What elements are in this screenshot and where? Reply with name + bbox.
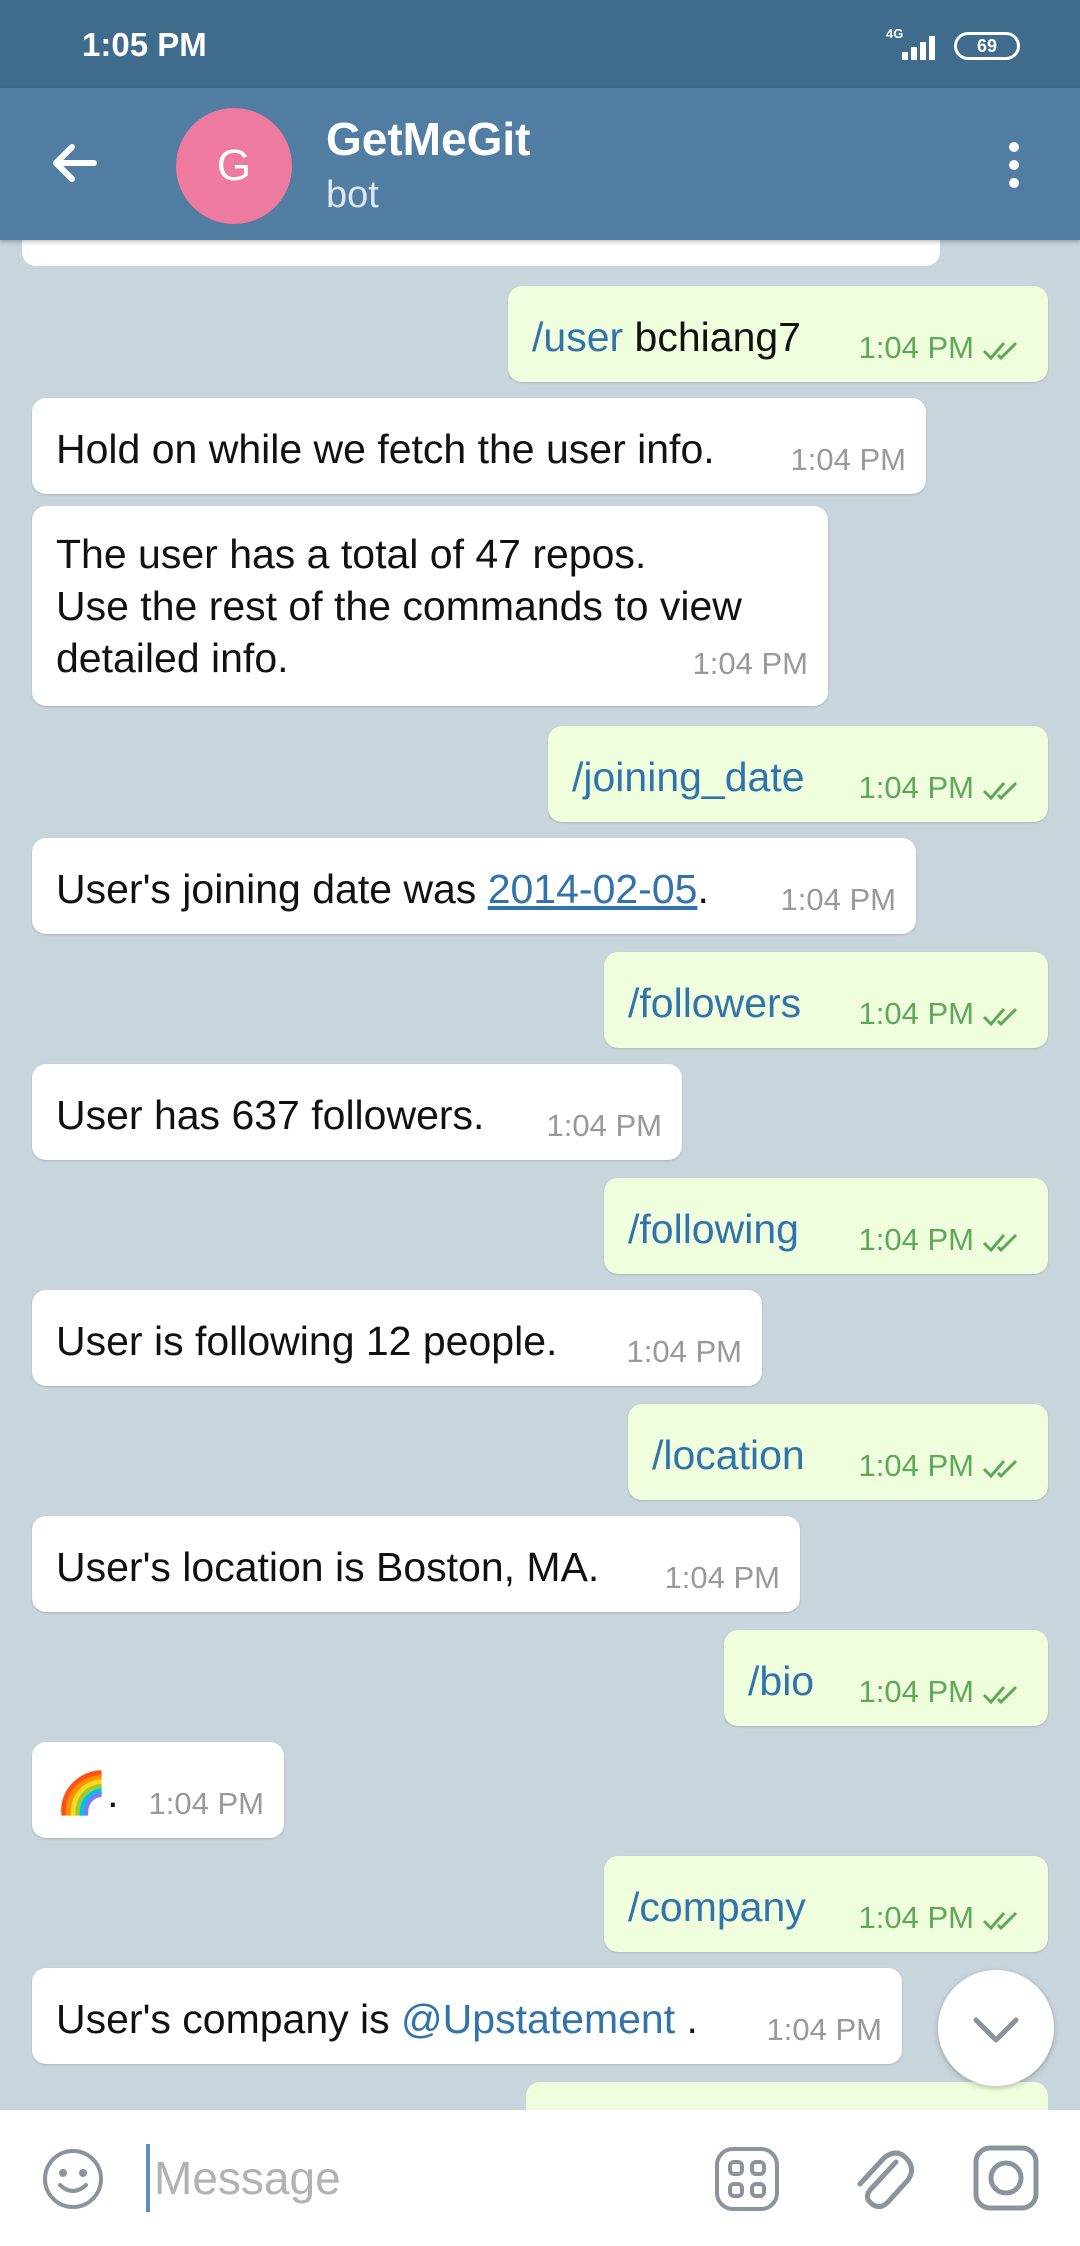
message-time: 1:04 PM <box>546 1108 662 1143</box>
camera-button[interactable] <box>972 2144 1040 2212</box>
message-time: 1:04 PM <box>858 770 974 805</box>
message-time: 1:04 PM <box>858 1222 974 1257</box>
camera-icon <box>973 2145 1039 2211</box>
message-in[interactable]: 🌈. 1:04 PM <box>32 1742 284 1838</box>
message-time: 1:04 PM <box>858 1900 974 1935</box>
message-out-location[interactable]: /location 1:04 PM <box>628 1404 1048 1500</box>
battery-level: 69 <box>976 36 998 56</box>
command-link[interactable]: /location <box>652 1432 805 1479</box>
command-link[interactable]: /user <box>532 314 623 360</box>
network-type: 4G <box>886 26 904 41</box>
chevron-down-icon <box>973 2017 1019 2043</box>
message-time: 1:04 PM <box>664 1560 780 1595</box>
message-bubble-partial <box>22 240 940 266</box>
arrow-left-icon <box>53 144 97 182</box>
double-check-icon <box>982 1459 1018 1479</box>
command-link[interactable]: /company <box>628 1884 806 1931</box>
command-link[interactable]: /bio <box>748 1658 814 1705</box>
more-vertical-icon[interactable] <box>996 138 1032 194</box>
message-out-followers[interactable]: /followers 1:04 PM <box>604 952 1048 1048</box>
message-time: 1:04 PM <box>626 1334 742 1369</box>
message-time: 1:04 PM <box>766 2012 882 2047</box>
double-check-icon <box>982 1685 1018 1705</box>
message-text: User's location is Boston, MA. <box>56 1544 600 1590</box>
paperclip-icon <box>857 2150 914 2210</box>
message-time: 1:04 PM <box>858 996 974 1031</box>
message-in[interactable]: User's joining date was 2014-02-05. 1:04… <box>32 838 916 934</box>
avatar[interactable]: G <box>176 108 292 224</box>
message-in[interactable]: Hold on while we fetch the user info. 1:… <box>32 398 926 494</box>
message-bubble-partial <box>526 2082 1048 2110</box>
message-time: 1:04 PM <box>148 1786 264 1821</box>
message-in[interactable]: User's location is Boston, MA. 1:04 PM <box>32 1516 800 1612</box>
chat-subtitle: bot <box>326 174 379 216</box>
message-out-bio[interactable]: /bio 1:04 PM <box>724 1630 1048 1726</box>
message-time: 1:04 PM <box>692 646 808 681</box>
signal-icon: 4G <box>884 26 944 62</box>
message-out-company[interactable]: /company 1:04 PM <box>604 1856 1048 1952</box>
message-line: The user has a total of 47 repos. <box>56 531 647 577</box>
mention-link[interactable]: @Upstatement <box>401 1996 675 2042</box>
smiley-icon <box>43 2149 103 2209</box>
message-text: Hold on while we fetch the user info. <box>56 426 715 472</box>
message-in[interactable]: User has 637 followers. 1:04 PM <box>32 1064 682 1160</box>
rainbow-icon: 🌈 <box>56 1770 108 1816</box>
emoji-button[interactable] <box>40 2146 106 2212</box>
message-line: Use the rest of the commands to view <box>56 583 742 629</box>
message-out-following[interactable]: /following 1:04 PM <box>604 1178 1048 1274</box>
command-link[interactable]: /followers <box>628 980 801 1027</box>
message-text: User is following 12 people. <box>56 1318 558 1364</box>
message-time: 1:04 PM <box>780 882 896 917</box>
double-check-icon <box>982 1911 1018 1931</box>
scroll-down-button[interactable] <box>938 1970 1054 2086</box>
chat-title[interactable]: GetMeGit <box>326 112 530 166</box>
message-out-user[interactable]: /user bchiang7 1:04 PM <box>508 286 1048 382</box>
message-in[interactable]: The user has a total of 47 repos. Use th… <box>32 506 828 706</box>
double-check-icon <box>982 341 1018 361</box>
command-link[interactable]: /following <box>628 1206 799 1253</box>
attach-button[interactable] <box>848 2140 918 2216</box>
message-text: User has 637 followers. <box>56 1092 485 1138</box>
bot-commands-button[interactable] <box>714 2146 780 2212</box>
message-in[interactable]: User is following 12 people. 1:04 PM <box>32 1290 762 1386</box>
bot-commands-icon <box>715 2147 779 2211</box>
battery-icon: 69 <box>954 32 1020 60</box>
message-in[interactable]: User's company is @Upstatement . 1:04 PM <box>32 1968 902 2064</box>
double-check-icon <box>982 1233 1018 1253</box>
double-check-icon <box>982 1007 1018 1027</box>
back-button[interactable] <box>40 128 110 198</box>
chat-header: G GetMeGit bot <box>0 88 1080 240</box>
message-out-joining-date[interactable]: /joining_date 1:04 PM <box>548 726 1048 822</box>
message-time: 1:04 PM <box>858 1448 974 1483</box>
status-bar: 1:05 PM 4G 69 <box>0 0 1080 88</box>
message-composer <box>0 2110 1080 2246</box>
double-check-icon <box>982 781 1018 801</box>
message-input[interactable] <box>146 2144 686 2212</box>
message-list[interactable]: /user bchiang7 1:04 PM Hold on while we … <box>0 240 1080 2110</box>
message-time: 1:04 PM <box>790 442 906 477</box>
command-link[interactable]: /joining_date <box>572 754 805 801</box>
message-time: 1:04 PM <box>858 330 974 365</box>
message-time: 1:04 PM <box>858 1674 974 1709</box>
date-link[interactable]: 2014-02-05 <box>488 866 698 912</box>
status-time: 1:05 PM <box>82 26 207 63</box>
